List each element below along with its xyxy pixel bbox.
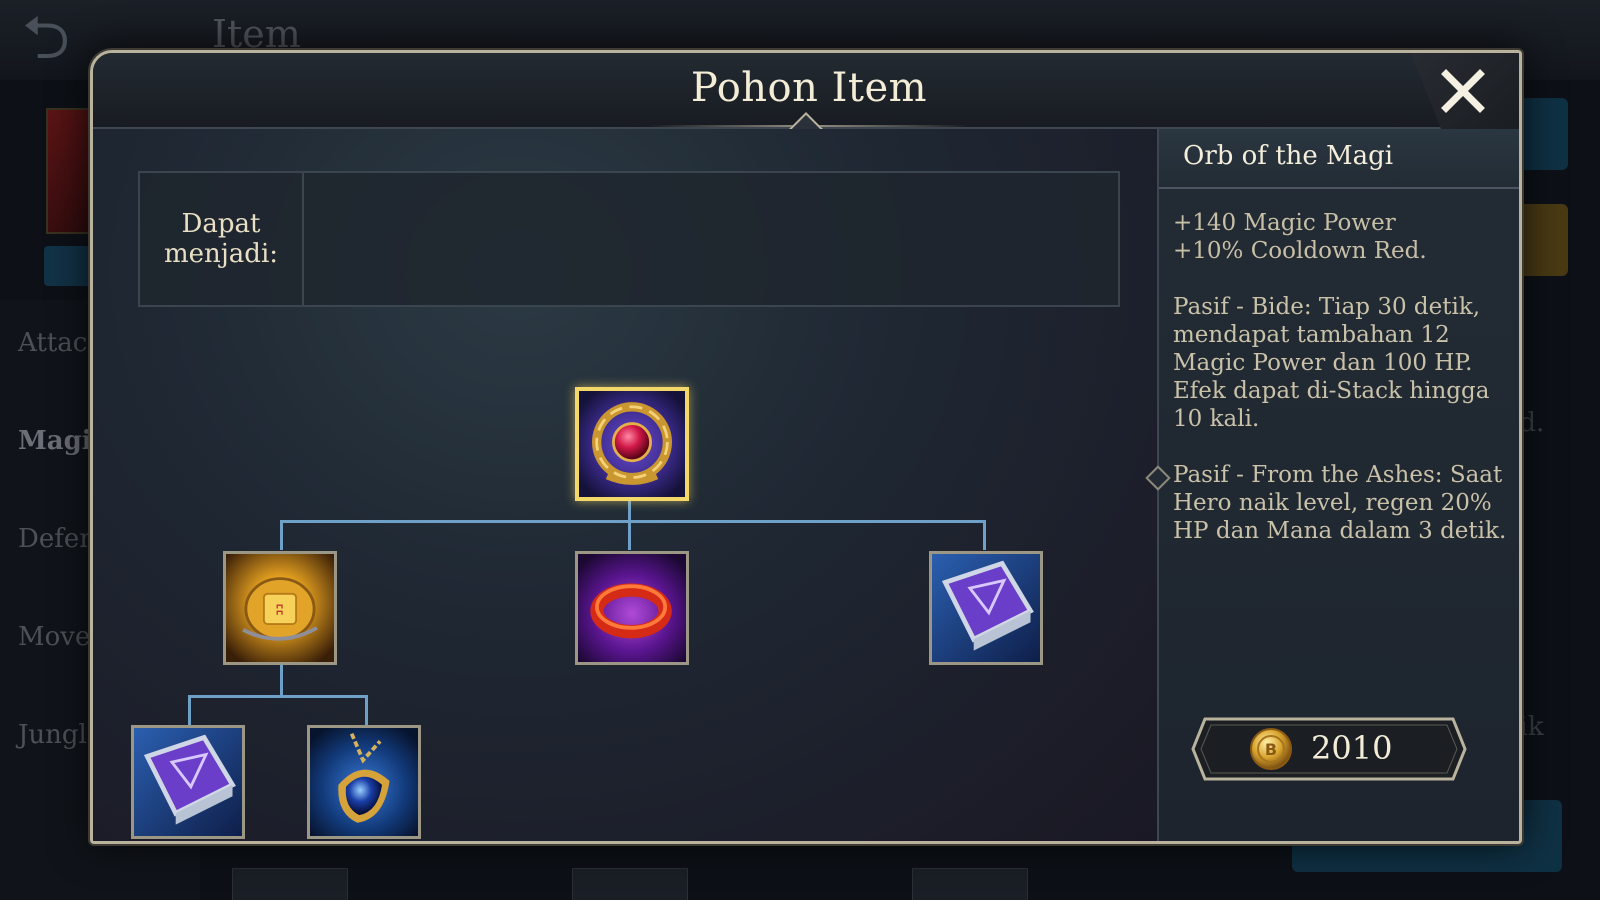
gold-coin-icon: B xyxy=(1250,728,1292,770)
background-item-card[interactable] xyxy=(232,868,348,900)
golden-talisman-icon: ʭ xyxy=(226,554,334,662)
svg-text:ʭ: ʭ xyxy=(276,600,284,622)
modal-title: Pohon Item xyxy=(690,65,928,111)
header-ornament-line xyxy=(819,125,969,127)
item-slot-child[interactable] xyxy=(929,551,1043,665)
upgrade-into-label: Dapat menjadi: xyxy=(140,173,304,305)
item-tree-modal: Pohon Item Dapat menjadi: ʭ Orb of the M… xyxy=(90,50,1522,844)
tree-connector xyxy=(280,520,283,550)
item-passive: Pasif - From the Ashes: Saat Hero naik l… xyxy=(1173,462,1507,544)
tree-connector xyxy=(188,695,191,725)
red-ring-icon xyxy=(578,554,686,662)
tree-connector xyxy=(628,520,631,550)
item-description: +140 Magic Power +10% Cooldown Red. Pasi… xyxy=(1173,209,1513,573)
item-slot-grandchild[interactable] xyxy=(131,725,245,839)
tree-connector xyxy=(280,520,986,523)
item-name-bar: Orb of the Magi xyxy=(1159,129,1519,189)
item-passive: Pasif - Bide: Tiap 30 detik, mendapat ta… xyxy=(1173,294,1490,432)
item-slot-child[interactable] xyxy=(575,551,689,665)
tree-connector xyxy=(983,520,986,550)
price-plate: B 2010 xyxy=(1191,717,1467,781)
magic-book-icon xyxy=(134,728,242,836)
blue-pendant-icon xyxy=(310,728,418,836)
upgrade-label-line: Dapat xyxy=(181,209,261,239)
tree-connector xyxy=(628,499,631,521)
close-button[interactable] xyxy=(1435,63,1491,119)
item-stats: +140 Magic Power +10% Cooldown Red. xyxy=(1173,209,1513,265)
background-item-card[interactable] xyxy=(572,868,688,900)
upgrade-into-box: Dapat menjadi: xyxy=(138,171,1120,307)
background-item-card[interactable] xyxy=(912,868,1028,900)
item-stat: +140 Magic Power xyxy=(1173,210,1396,236)
header-ornament-line xyxy=(649,125,799,127)
svg-text:B: B xyxy=(1265,740,1277,759)
tree-connector xyxy=(365,695,368,725)
item-slot-child[interactable]: ʭ xyxy=(223,551,337,665)
item-slot-root[interactable] xyxy=(575,387,689,501)
item-info-panel: Orb of the Magi +140 Magic Power +10% Co… xyxy=(1145,129,1519,841)
item-tree-panel: Dapat menjadi: ʭ xyxy=(93,129,1157,841)
tree-connector xyxy=(280,664,283,696)
magic-book-icon xyxy=(932,554,1040,662)
item-price: 2010 xyxy=(1311,729,1393,767)
tree-connector xyxy=(188,695,368,698)
close-icon xyxy=(1441,69,1485,113)
orb-icon xyxy=(579,391,685,497)
upgrade-label-line: menjadi: xyxy=(163,239,279,269)
item-name: Orb of the Magi xyxy=(1183,141,1394,171)
item-slot-grandchild[interactable] xyxy=(307,725,421,839)
item-stat: +10% Cooldown Red. xyxy=(1173,238,1427,264)
